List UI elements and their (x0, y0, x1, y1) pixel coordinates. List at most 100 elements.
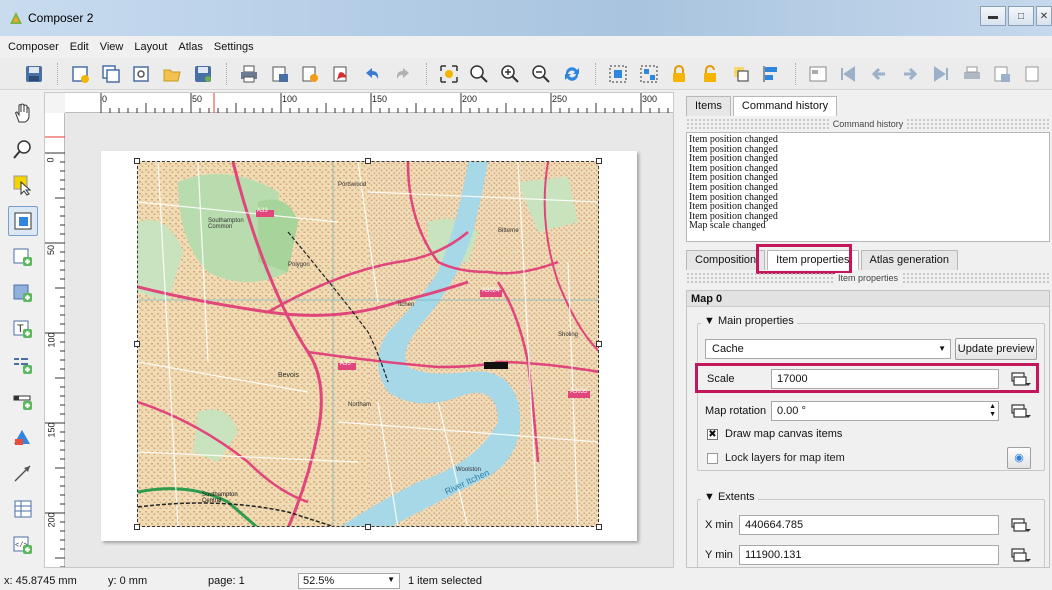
add-label-icon[interactable]: T (8, 314, 38, 344)
map-item[interactable]: A33 A3024 Southampton Common Bitterne It… (137, 161, 599, 527)
composer-page: A33 A3024 Southampton Common Bitterne It… (101, 151, 637, 541)
draw-canvas-items-checkbox[interactable]: ✖ (707, 429, 718, 440)
ungroup-icon[interactable] (637, 62, 661, 86)
redo-icon[interactable] (391, 62, 415, 86)
last-feature-icon[interactable] (929, 62, 953, 86)
previous-feature-icon[interactable] (867, 62, 891, 86)
maximize-button[interactable]: □ (1008, 6, 1034, 26)
atlas-print-icon[interactable] (960, 62, 984, 86)
align-icon[interactable] (760, 62, 784, 86)
tab-composition[interactable]: Composition (686, 250, 766, 270)
zoom-full-icon[interactable] (437, 62, 461, 86)
minimize-button[interactable]: ▬ (980, 6, 1006, 26)
zoom-tool-icon[interactable] (8, 134, 38, 164)
map-rotation-value: 0.00 ° (777, 405, 806, 417)
zoom-100-icon[interactable] (468, 62, 492, 86)
add-html-icon[interactable]: </> (8, 530, 38, 560)
data-defined-override-icon[interactable] (1009, 546, 1031, 564)
ymin-value: 111900.131 (745, 549, 802, 561)
spinner-icon[interactable]: ▲ ▼ (989, 403, 996, 419)
add-legend-icon[interactable] (8, 350, 38, 380)
select-move-icon[interactable] (8, 170, 38, 200)
zoom-select[interactable]: 52.5% ▼ (298, 573, 400, 589)
map-label: Bitterne (498, 228, 519, 234)
composer-manager-icon[interactable] (129, 62, 153, 86)
tab-atlas-generation[interactable]: Atlas generation (860, 250, 959, 270)
group-icon[interactable] (606, 62, 630, 86)
command-history-list[interactable]: Item position changed Item position chan… (686, 132, 1050, 242)
open-template-icon[interactable] (160, 62, 184, 86)
cache-mode-select[interactable]: Cache ▼ (705, 339, 951, 359)
new-composer-icon[interactable] (68, 62, 92, 86)
selection-handle[interactable] (596, 341, 602, 347)
lock-icon[interactable] (667, 62, 691, 86)
menu-settings[interactable]: Settings (214, 41, 254, 53)
close-button[interactable]: ✕ (1036, 6, 1052, 26)
map-rotation-field[interactable]: 0.00 ° ▲ ▼ (771, 401, 999, 421)
duplicate-composer-icon[interactable] (99, 62, 123, 86)
selection-handle[interactable] (134, 158, 140, 164)
raise-icon[interactable] (729, 62, 753, 86)
main-properties-toggle[interactable]: ▼ Main properties (701, 315, 797, 327)
xmin-label: X min (705, 519, 734, 531)
next-feature-icon[interactable] (898, 62, 922, 86)
lock-layers-checkbox[interactable] (707, 453, 718, 464)
add-scalebar-icon[interactable] (8, 386, 38, 416)
xmin-field[interactable]: 440664.785 (739, 515, 999, 535)
selection-handle[interactable] (596, 524, 602, 530)
atlas-preview-icon[interactable] (806, 62, 830, 86)
data-defined-override-icon[interactable] (1009, 516, 1031, 534)
atlas-settings-icon[interactable] (1021, 62, 1045, 86)
ruler-label: 200 (46, 512, 57, 528)
title-bar: Composer 2 ▬ □ ✕ (0, 0, 1052, 36)
qgis-icon (10, 12, 22, 24)
undo-icon[interactable] (360, 62, 384, 86)
menu-edit[interactable]: Edit (70, 41, 89, 53)
ymin-label: Y min (705, 549, 733, 561)
extents-toggle[interactable]: ▼ Extents (701, 491, 758, 503)
export-image-icon[interactable] (268, 62, 292, 86)
item-properties-header: Item properties (686, 272, 1050, 284)
selection-handle[interactable] (596, 158, 602, 164)
menu-atlas[interactable]: Atlas (178, 41, 202, 53)
layer-style-button[interactable]: ◉ (1007, 447, 1031, 469)
export-svg-icon[interactable] (299, 62, 323, 86)
pan-icon[interactable] (8, 98, 38, 128)
selection-handle[interactable] (134, 341, 140, 347)
tab-items[interactable]: Items (686, 96, 731, 116)
refresh-icon[interactable] (560, 62, 584, 86)
history-item[interactable]: Map scale changed (689, 221, 1049, 231)
move-content-icon[interactable] (8, 206, 38, 236)
ymin-field[interactable]: 111900.131 (739, 545, 999, 565)
unlock-icon[interactable] (698, 62, 722, 86)
print-icon[interactable] (237, 62, 261, 86)
highlight-box (756, 244, 852, 274)
export-pdf-icon[interactable] (329, 62, 353, 86)
selection-handle[interactable] (365, 158, 371, 164)
horizontal-ruler[interactable]: 0 50 100 150 200 250 300 (65, 93, 673, 113)
save-template-icon[interactable] (191, 62, 215, 86)
map-rotation-label: Map rotation (705, 405, 767, 417)
selection-handle[interactable] (134, 524, 140, 530)
atlas-export-icon[interactable] (991, 62, 1015, 86)
add-table-icon[interactable] (8, 494, 38, 524)
update-preview-button[interactable]: Update preview (955, 338, 1037, 360)
add-image-icon[interactable] (8, 278, 38, 308)
menu-layout[interactable]: Layout (134, 41, 167, 53)
zoom-out-icon[interactable] (529, 62, 553, 86)
zoom-in-icon[interactable] (498, 62, 522, 86)
data-defined-override-icon[interactable] (1009, 402, 1031, 420)
menu-composer[interactable]: Composer (8, 41, 59, 53)
vertical-ruler[interactable]: 0 50 100 150 200 (45, 113, 65, 567)
ruler-label: 0 (45, 157, 56, 163)
menu-view[interactable]: View (100, 41, 124, 53)
save-icon[interactable] (22, 62, 46, 86)
selection-handle[interactable] (365, 524, 371, 530)
tab-command-history[interactable]: Command history (732, 96, 838, 116)
add-map-icon[interactable] (8, 242, 38, 272)
add-shape-icon[interactable] (8, 422, 38, 452)
extents-label: Extents (717, 491, 755, 503)
composer-canvas[interactable]: 0 50 100 150 200 250 300 0 50 100 150 20… (44, 92, 674, 568)
add-arrow-icon[interactable] (8, 458, 38, 488)
first-feature-icon[interactable] (837, 62, 861, 86)
